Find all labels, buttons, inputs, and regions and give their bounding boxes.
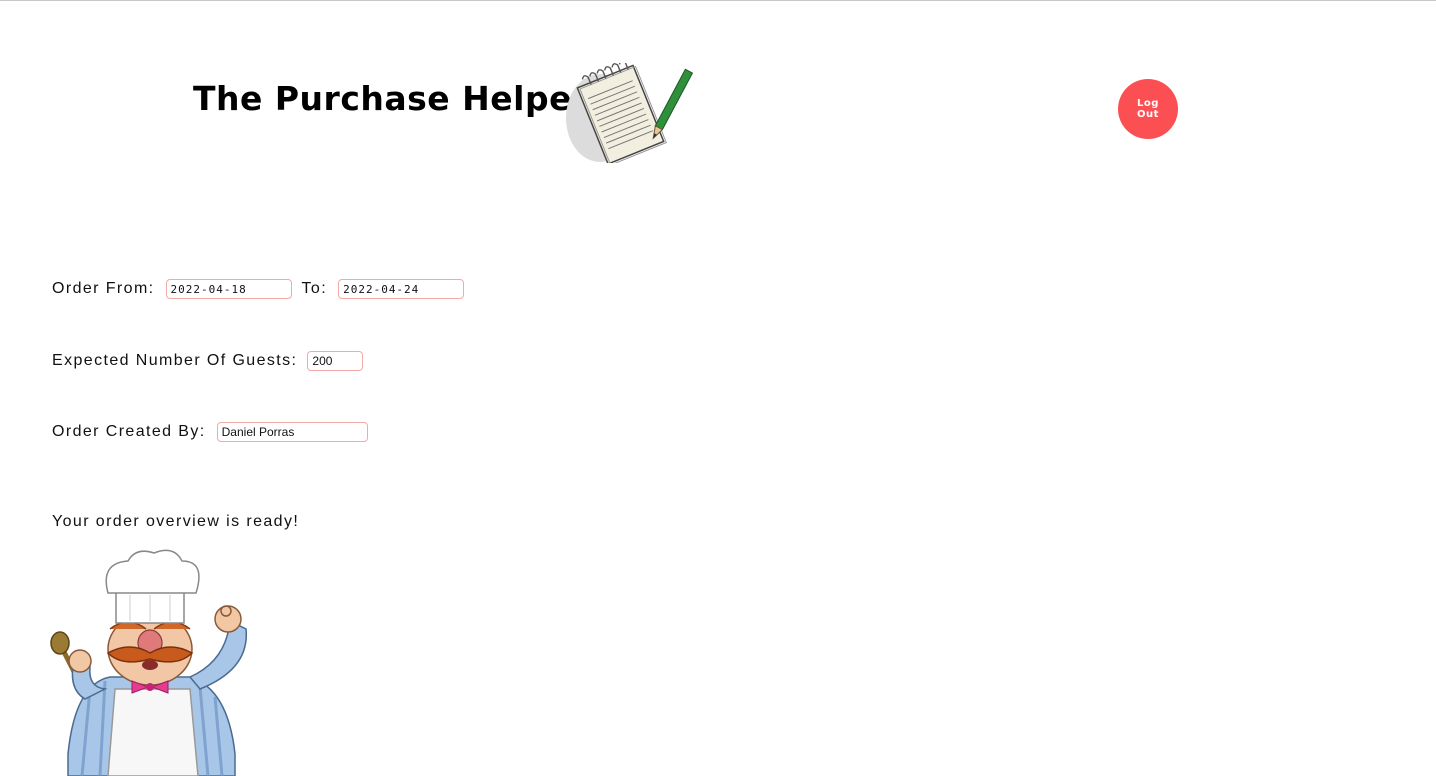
logout-button[interactable]: Log Out [1118, 79, 1178, 139]
notepad-pencil-icon [566, 63, 694, 163]
order-from-date-input[interactable] [165, 279, 292, 299]
app-title: The Purchase Helper [193, 79, 589, 118]
order-from-label: Order From: [52, 280, 155, 297]
order-ready-message: Your order overview is ready! [52, 513, 300, 530]
created-by-label: Order Created By: [52, 423, 206, 440]
to-date-input[interactable] [338, 279, 465, 299]
created-by-input[interactable] [216, 422, 368, 442]
guests-input[interactable] [307, 351, 364, 371]
created-by-row: Order Created By: [52, 422, 368, 442]
guests-row: Expected Number Of Guests: [52, 351, 364, 371]
chef-mascot-image [50, 549, 248, 776]
to-label: To: [301, 280, 328, 297]
date-range-row: Order From: To: [52, 279, 465, 299]
logout-label: Log Out [1137, 98, 1159, 120]
guests-label: Expected Number Of Guests: [52, 352, 298, 369]
